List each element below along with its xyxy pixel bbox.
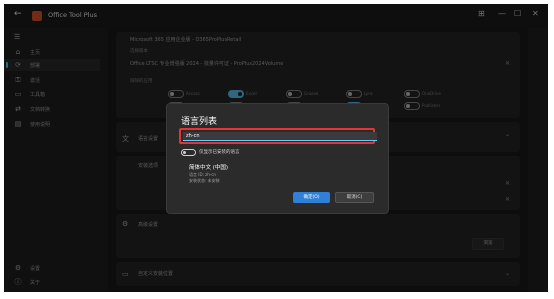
app-window: ← Office Tool Plus ⊞ — ☐ ✕ ☰ ⌂ 主页 ⟳ 部署 ⚿…: [4, 4, 548, 292]
installed-only-label: 仅显示已安装的语言: [199, 150, 240, 155]
dialog-title: 语言列表: [181, 117, 218, 127]
language-item-name[interactable]: 简体中文 (中国): [189, 163, 228, 171]
language-item-status: 安装状态: 未安装: [189, 178, 220, 183]
language-search-input[interactable]: [183, 132, 377, 141]
language-list-dialog: 语言列表 仅显示已安装的语言 简体中文 (中国) 语言 ID: zh-cn 安装…: [166, 103, 389, 214]
search-highlight-box: [179, 128, 377, 144]
cancel-button[interactable]: 取消(C): [335, 192, 374, 203]
installed-only-toggle[interactable]: [181, 149, 196, 156]
confirm-button[interactable]: 确定(O): [293, 192, 330, 203]
